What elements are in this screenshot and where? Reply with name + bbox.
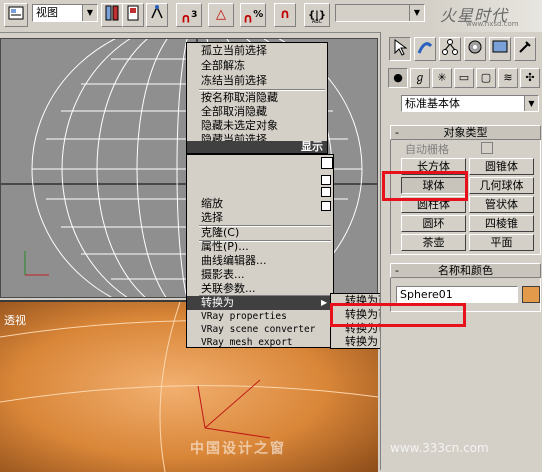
menu-item-curve-editor[interactable]: 曲线编辑器... [187, 254, 267, 268]
watermark-text: 中国设计之窗 [190, 441, 286, 457]
space-warps-icon[interactable]: ≋ [498, 68, 518, 88]
menu-checkbox-icon [321, 201, 331, 211]
reference-coordinate-dropdown[interactable]: 视图 ▼ [32, 4, 98, 22]
helpers-icon[interactable]: ▢ [476, 68, 496, 88]
named-selection-sets-field[interactable]: ▼ [335, 4, 425, 22]
quad-menu-transform: 缩放 选择 克隆(C) 属性(P)... 曲线编辑器... 摄影表... 关联参… [186, 154, 334, 348]
main-toolbar: 视图 ▼ ∩3 △ ∩% ∩ {|} ABC ▼ 火星时代 www.hxsd.c… [0, 0, 542, 33]
manipulate-icon[interactable] [122, 3, 144, 27]
torus-button[interactable]: 圆环 [401, 215, 466, 232]
angle-snap-icon[interactable]: ∩3 [176, 3, 202, 27]
command-panel: ● ℊ ✳ ▭ ▢ ≋ ✣ 标准基本体 ▼ - 对象类型 自动栅格 长方体 圆锥… [380, 32, 542, 470]
teapot-button[interactable]: 茶壶 [401, 234, 466, 251]
command-panel-tabs [381, 32, 542, 66]
create-tab-icon[interactable] [389, 37, 411, 61]
chevron-down-icon: ▼ [409, 5, 424, 21]
mirror-icon[interactable]: {|} ABC [304, 3, 330, 27]
geometry-icon[interactable]: ● [388, 68, 408, 88]
menu-item-unfreeze-all[interactable]: 全部解冻 [187, 59, 245, 73]
menu-item-clone[interactable]: 克隆(C) [187, 226, 239, 240]
watermark-url: www.333cn.com [390, 441, 489, 455]
motion-tab-icon[interactable] [464, 37, 486, 61]
spinner-snap-icon[interactable]: ∩% [240, 3, 266, 27]
snap-toggle-icon[interactable] [146, 3, 168, 27]
edit-named-selection-icon[interactable]: ∩ [274, 3, 296, 27]
menu-item-scale[interactable]: 缩放 [187, 197, 223, 211]
menu-item-vray-properties[interactable]: VRay properties [187, 310, 287, 324]
menu-item-vray-mesh-export[interactable]: VRay mesh export [187, 336, 293, 350]
category-dropdown[interactable]: 标准基本体 ▼ [401, 95, 539, 112]
autogrid-checkbox[interactable] [481, 142, 493, 154]
tube-button[interactable]: 管状体 [469, 196, 534, 213]
plane-button[interactable]: 平面 [469, 234, 534, 251]
menu-item-unhide-by-name[interactable]: 按名称取消隐藏 [187, 91, 278, 105]
menu-item-isolate-selection[interactable]: 孤立当前选择 [187, 44, 267, 58]
geosphere-button[interactable]: 几何球体 [469, 177, 534, 194]
modify-tab-icon[interactable] [414, 37, 436, 61]
menu-checkbox-icon [321, 187, 331, 197]
menu-item-dope-sheet[interactable]: 摄影表... [187, 268, 245, 282]
menu-item-convert-to[interactable]: 转换为 [187, 296, 333, 310]
object-name-field[interactable]: Sphere01 [396, 286, 518, 303]
menu-item-properties[interactable]: 属性(P)... [187, 240, 249, 254]
menu-section-title: 显示 [187, 141, 327, 153]
percent-snap-icon[interactable]: △ [208, 3, 234, 27]
cylinder-button[interactable]: 圆柱体 [401, 196, 466, 213]
menu-item-vray-scene-converter[interactable]: VRay scene converter [187, 323, 315, 337]
create-category-tabs: ● ℊ ✳ ▭ ▢ ≋ ✣ [386, 68, 541, 90]
select-object-icon[interactable] [4, 3, 28, 27]
chevron-down-icon: ▼ [82, 5, 97, 21]
hierarchy-tab-icon[interactable] [439, 37, 461, 61]
object-type-rollout-header[interactable]: - 对象类型 [390, 125, 541, 140]
menu-item-wire-parameters[interactable]: 关联参数... [187, 282, 256, 296]
menu-checkbox-icon [321, 157, 333, 169]
menu-item-select[interactable]: 选择 [187, 211, 223, 225]
cone-button[interactable]: 圆锥体 [469, 158, 534, 175]
chevron-down-icon: ▼ [524, 96, 538, 111]
pivot-icon[interactable] [101, 3, 123, 27]
menu-item-unhide-all[interactable]: 全部取消隐藏 [187, 105, 267, 119]
display-tab-icon[interactable] [489, 37, 511, 61]
shapes-icon[interactable]: ℊ [410, 68, 430, 88]
logo: 火星时代 www.hxsd.com [428, 0, 542, 32]
cameras-icon[interactable]: ▭ [454, 68, 474, 88]
lights-icon[interactable]: ✳ [432, 68, 452, 88]
menu-checkbox-icon [321, 175, 331, 185]
systems-icon[interactable]: ✣ [520, 68, 540, 88]
submenu-arrow-icon: ▶ [321, 298, 328, 307]
box-button[interactable]: 长方体 [401, 158, 466, 175]
autogrid-label: 自动栅格 [405, 143, 449, 156]
sphere-button[interactable]: 球体 [401, 177, 466, 194]
pyramid-button[interactable]: 四棱锥 [469, 215, 534, 232]
object-color-swatch[interactable] [522, 286, 540, 303]
menu-item-freeze-selection[interactable]: 冻结当前选择 [187, 74, 267, 88]
name-color-rollout-header[interactable]: - 名称和颜色 [390, 263, 541, 278]
viewport-label: 透视 [4, 314, 26, 327]
menu-item-hide-unselected[interactable]: 隐藏未选定对象 [187, 119, 278, 133]
quad-menu-display: 孤立当前选择 全部解冻 冻结当前选择 按名称取消隐藏 全部取消隐藏 隐藏未选定对… [186, 42, 328, 154]
utilities-tab-icon[interactable] [514, 37, 536, 61]
